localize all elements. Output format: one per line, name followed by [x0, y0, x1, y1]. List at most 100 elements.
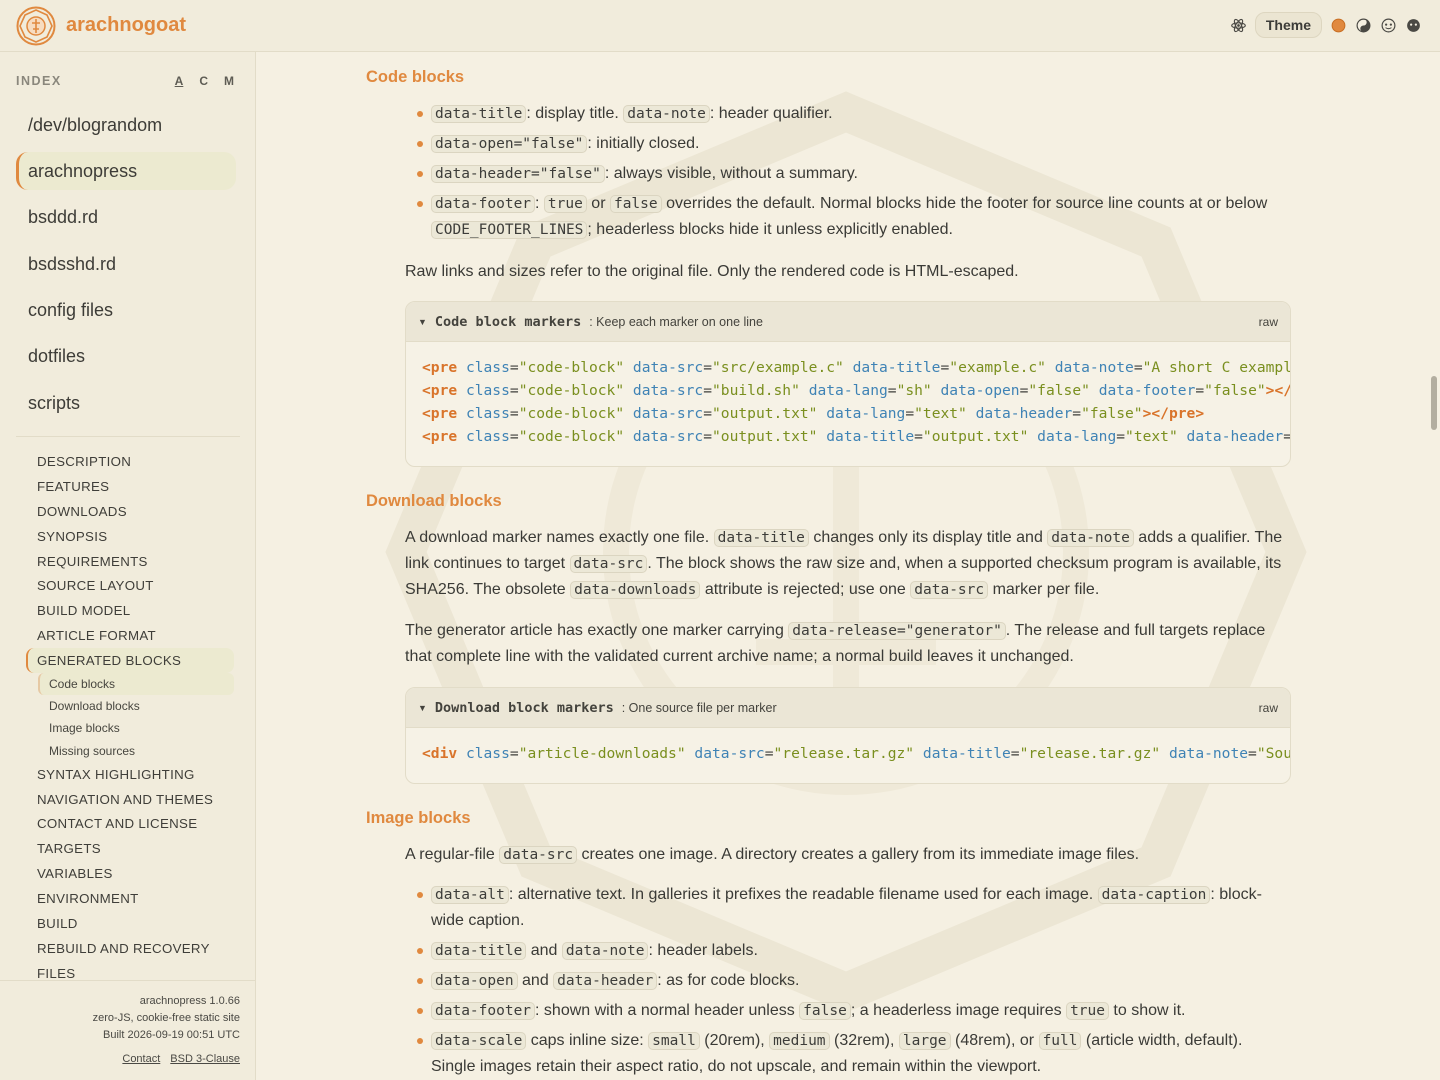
project-list: /dev/blograndom arachnopress bsddd.rd bs…	[16, 106, 236, 431]
toc-item-active[interactable]: GENERATED BLOCKS	[26, 648, 234, 674]
code-content: <div class="article-downloads" data-src=…	[422, 745, 1290, 762]
inline-code: data-footer	[431, 195, 536, 213]
toc-item[interactable]: BUILD	[26, 911, 234, 936]
toc-item[interactable]: ENVIRONMENT	[26, 886, 234, 911]
inline-code: true	[1066, 1002, 1109, 1020]
toc-item[interactable]: REQUIREMENTS	[26, 549, 234, 574]
sidebar-divider	[16, 436, 240, 437]
inline-code: data-header	[553, 972, 658, 990]
list-item: data-footer: shown with a normal header …	[405, 998, 1290, 1024]
inline-code: data-footer	[431, 1002, 536, 1020]
toc-item[interactable]: REBUILD AND RECOVERY	[26, 936, 234, 961]
theme-button[interactable]: Theme	[1254, 12, 1322, 38]
text: (32rem),	[829, 1032, 899, 1049]
raw-link[interactable]: raw	[1259, 701, 1278, 715]
section-heading: Code blocks	[366, 68, 465, 86]
inline-code: data-scale	[431, 1032, 527, 1050]
inline-code: medium	[769, 1032, 830, 1050]
inline-code: false	[609, 195, 662, 213]
toc-subitem[interactable]: Image blocks	[38, 717, 234, 739]
toc-item[interactable]: BUILD MODEL	[26, 598, 234, 623]
collapse-triangle-icon[interactable]: ▼	[418, 317, 427, 327]
code-box-header[interactable]: ▼ Download block markers : One source fi…	[406, 688, 1290, 728]
theme-orange-dot-icon[interactable]	[1330, 17, 1347, 34]
toc-item[interactable]: CONTACT AND LICENSE	[26, 812, 234, 837]
text: : display title.	[526, 105, 624, 122]
text: : initially closed.	[587, 135, 700, 152]
inline-code: data-header="false"	[431, 165, 605, 183]
collapse-triangle-icon[interactable]: ▼	[418, 703, 427, 713]
index-title: INDEX	[16, 74, 62, 88]
build-time-text: Built 2026-09-19 00:51 UTC	[103, 1029, 240, 1041]
project-item[interactable]: scripts	[16, 384, 236, 422]
text: : as for code blocks.	[657, 972, 800, 989]
license-link[interactable]: BSD 3-Clause	[170, 1051, 240, 1068]
toc-item[interactable]: SYNOPSIS	[26, 524, 234, 549]
text: : header qualifier.	[709, 105, 833, 122]
project-item[interactable]: /dev/blograndom	[16, 106, 236, 144]
text: ; a headerless image requires	[850, 1002, 1067, 1019]
toc-item[interactable]: TARGETS	[26, 836, 234, 861]
goat-logo-icon[interactable]	[16, 6, 56, 46]
tagline-text: zero-JS, cookie-free static site	[92, 1012, 240, 1024]
sort-modified[interactable]: M	[224, 74, 234, 88]
atom-icon[interactable]	[1230, 17, 1247, 34]
sort-created[interactable]: C	[199, 74, 208, 88]
project-item[interactable]: dotfiles	[16, 338, 236, 376]
inline-code: small	[648, 1032, 700, 1050]
list-item: data-header="false": always visible, wit…	[405, 161, 1290, 187]
toc-item[interactable]: SYNTAX HIGHLIGHTING	[26, 762, 234, 787]
inline-code: data-src	[499, 846, 578, 864]
code-block-markers-box: ▼ Code block markers : Keep each marker …	[405, 301, 1291, 467]
contact-link[interactable]: Contact	[122, 1051, 160, 1068]
toc-item[interactable]: DESCRIPTION	[26, 449, 234, 474]
text: : always visible, without a summary.	[604, 165, 858, 182]
sidebar: INDEX A C M /dev/blograndom arachnopress…	[0, 52, 256, 1080]
inline-code: full	[1038, 1032, 1082, 1050]
list-item: data-open="false": initially closed.	[405, 131, 1290, 157]
download-block-markers-box: ▼ Download block markers : One source fi…	[405, 687, 1291, 784]
project-item[interactable]: bsdsshd.rd	[16, 245, 236, 283]
dark-face-icon[interactable]	[1405, 17, 1422, 34]
code-box-header[interactable]: ▼ Code block markers : Keep each marker …	[406, 302, 1290, 342]
project-item[interactable]: config files	[16, 292, 236, 330]
yin-yang-icon[interactable]	[1355, 17, 1372, 34]
toc-item[interactable]: VARIABLES	[26, 861, 234, 886]
brand-name[interactable]: arachnogoat	[66, 14, 186, 37]
inline-code: data-note	[1047, 529, 1134, 547]
sidebar-footer: arachnopress 1.0.66 zero-JS, cookie-free…	[0, 980, 255, 1080]
text: or	[586, 195, 610, 212]
project-item[interactable]: bsddd.rd	[16, 199, 236, 237]
text: The generator article has exactly one ma…	[405, 622, 789, 639]
download-blocks-section: Download blocks	[366, 492, 1290, 511]
scrollbar-thumb[interactable]	[1431, 376, 1437, 430]
main-content: Code blocks data-title : display title. d…	[256, 52, 1440, 1080]
section-heading: Download blocks	[366, 492, 502, 510]
sort-alpha[interactable]: A	[175, 74, 184, 88]
toc-item[interactable]: DOWNLOADS	[26, 499, 234, 524]
toc-subitem[interactable]: Download blocks	[38, 695, 234, 717]
toc-item[interactable]: SOURCE LAYOUT	[26, 573, 234, 598]
inline-code: CODE_FOOTER_LINES	[431, 221, 588, 239]
index-header: INDEX A C M	[16, 74, 240, 88]
face-icon[interactable]	[1380, 17, 1397, 34]
inline-code: data-title	[713, 529, 809, 547]
code-box-title: Code block markers	[434, 313, 582, 330]
raw-link[interactable]: raw	[1259, 315, 1278, 329]
toc-item[interactable]: ARTICLE FORMAT	[26, 623, 234, 648]
table-of-contents: DESCRIPTION FEATURES DOWNLOADS SYNOPSIS …	[26, 449, 234, 986]
text: A download marker names exactly one file…	[405, 529, 714, 546]
sort-options: A C M	[175, 74, 234, 88]
inline-code: data-open	[431, 972, 518, 990]
text: : shown with a normal header unless	[535, 1002, 800, 1019]
inline-code: data-title	[431, 942, 527, 960]
toc-item[interactable]: FEATURES	[26, 474, 234, 499]
toc-subitem-active[interactable]: Code blocks	[38, 673, 234, 696]
text: (20rem),	[699, 1032, 770, 1049]
text: attribute is rejected; use one	[700, 581, 911, 598]
list-item: data-scale caps inline size: small (20re…	[405, 1028, 1290, 1080]
project-item-active[interactable]: arachnopress	[16, 152, 236, 191]
toc-subitem[interactable]: Missing sources	[38, 740, 234, 762]
text: and	[526, 942, 562, 959]
toc-item[interactable]: NAVIGATION AND THEMES	[26, 787, 234, 812]
